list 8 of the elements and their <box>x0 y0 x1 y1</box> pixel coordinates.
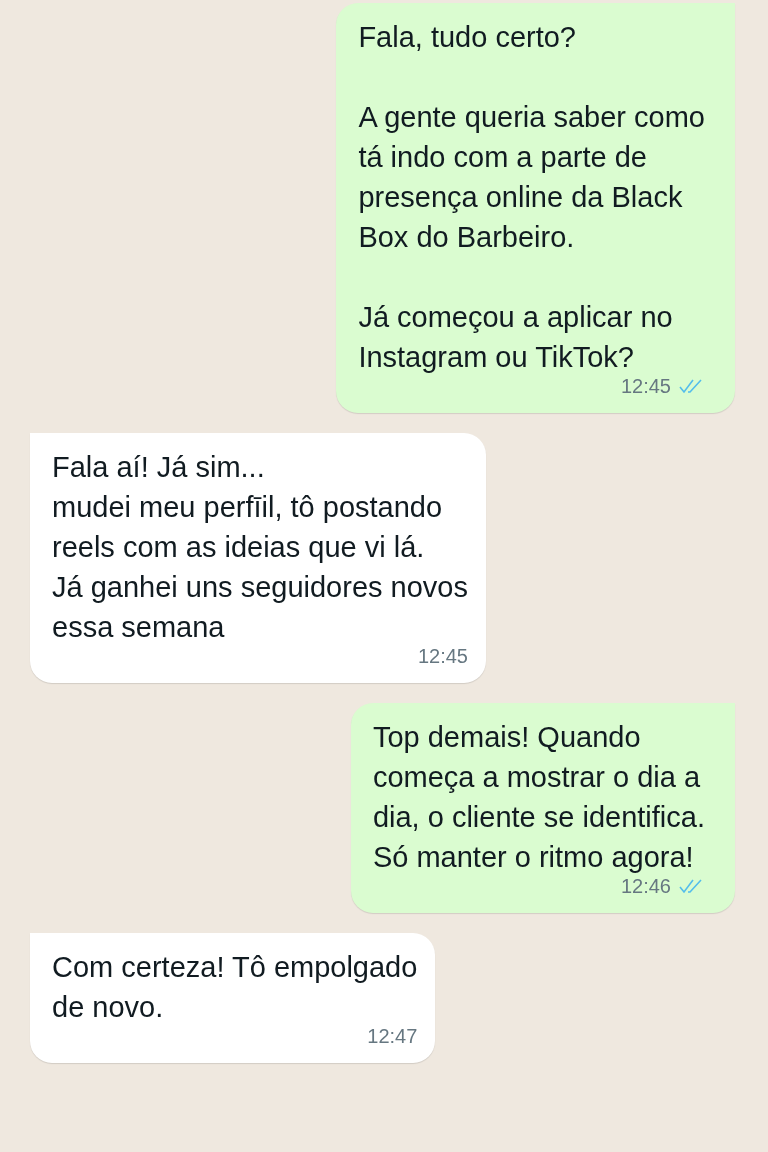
message-text: Fala aí! Já sim... mudei meu perfīil, tô postando reels com as ideias que vi lá. Já ganhei uns seguidores novos essa semana <box>52 450 468 645</box>
message-time: 12:47 <box>367 1024 418 1049</box>
message-text: Fala, tudo certo? A gente queria saber como tá indo com a parte de presença online da Black Box do Barbeiro. Já começou a aplicar no Instagram ou TikTok? <box>358 20 705 375</box>
message-time: 12:46 <box>620 874 671 899</box>
message-text: Top demais! Quando começa a mostrar o dia a dia, o cliente se identifica. Só manter o ritmo agora! <box>372 720 705 875</box>
message-time: 12:45 <box>417 644 468 669</box>
message-text: Com certeza! Tô empolgado de novo. <box>52 950 418 1025</box>
message-time: 12:45 <box>620 374 671 399</box>
